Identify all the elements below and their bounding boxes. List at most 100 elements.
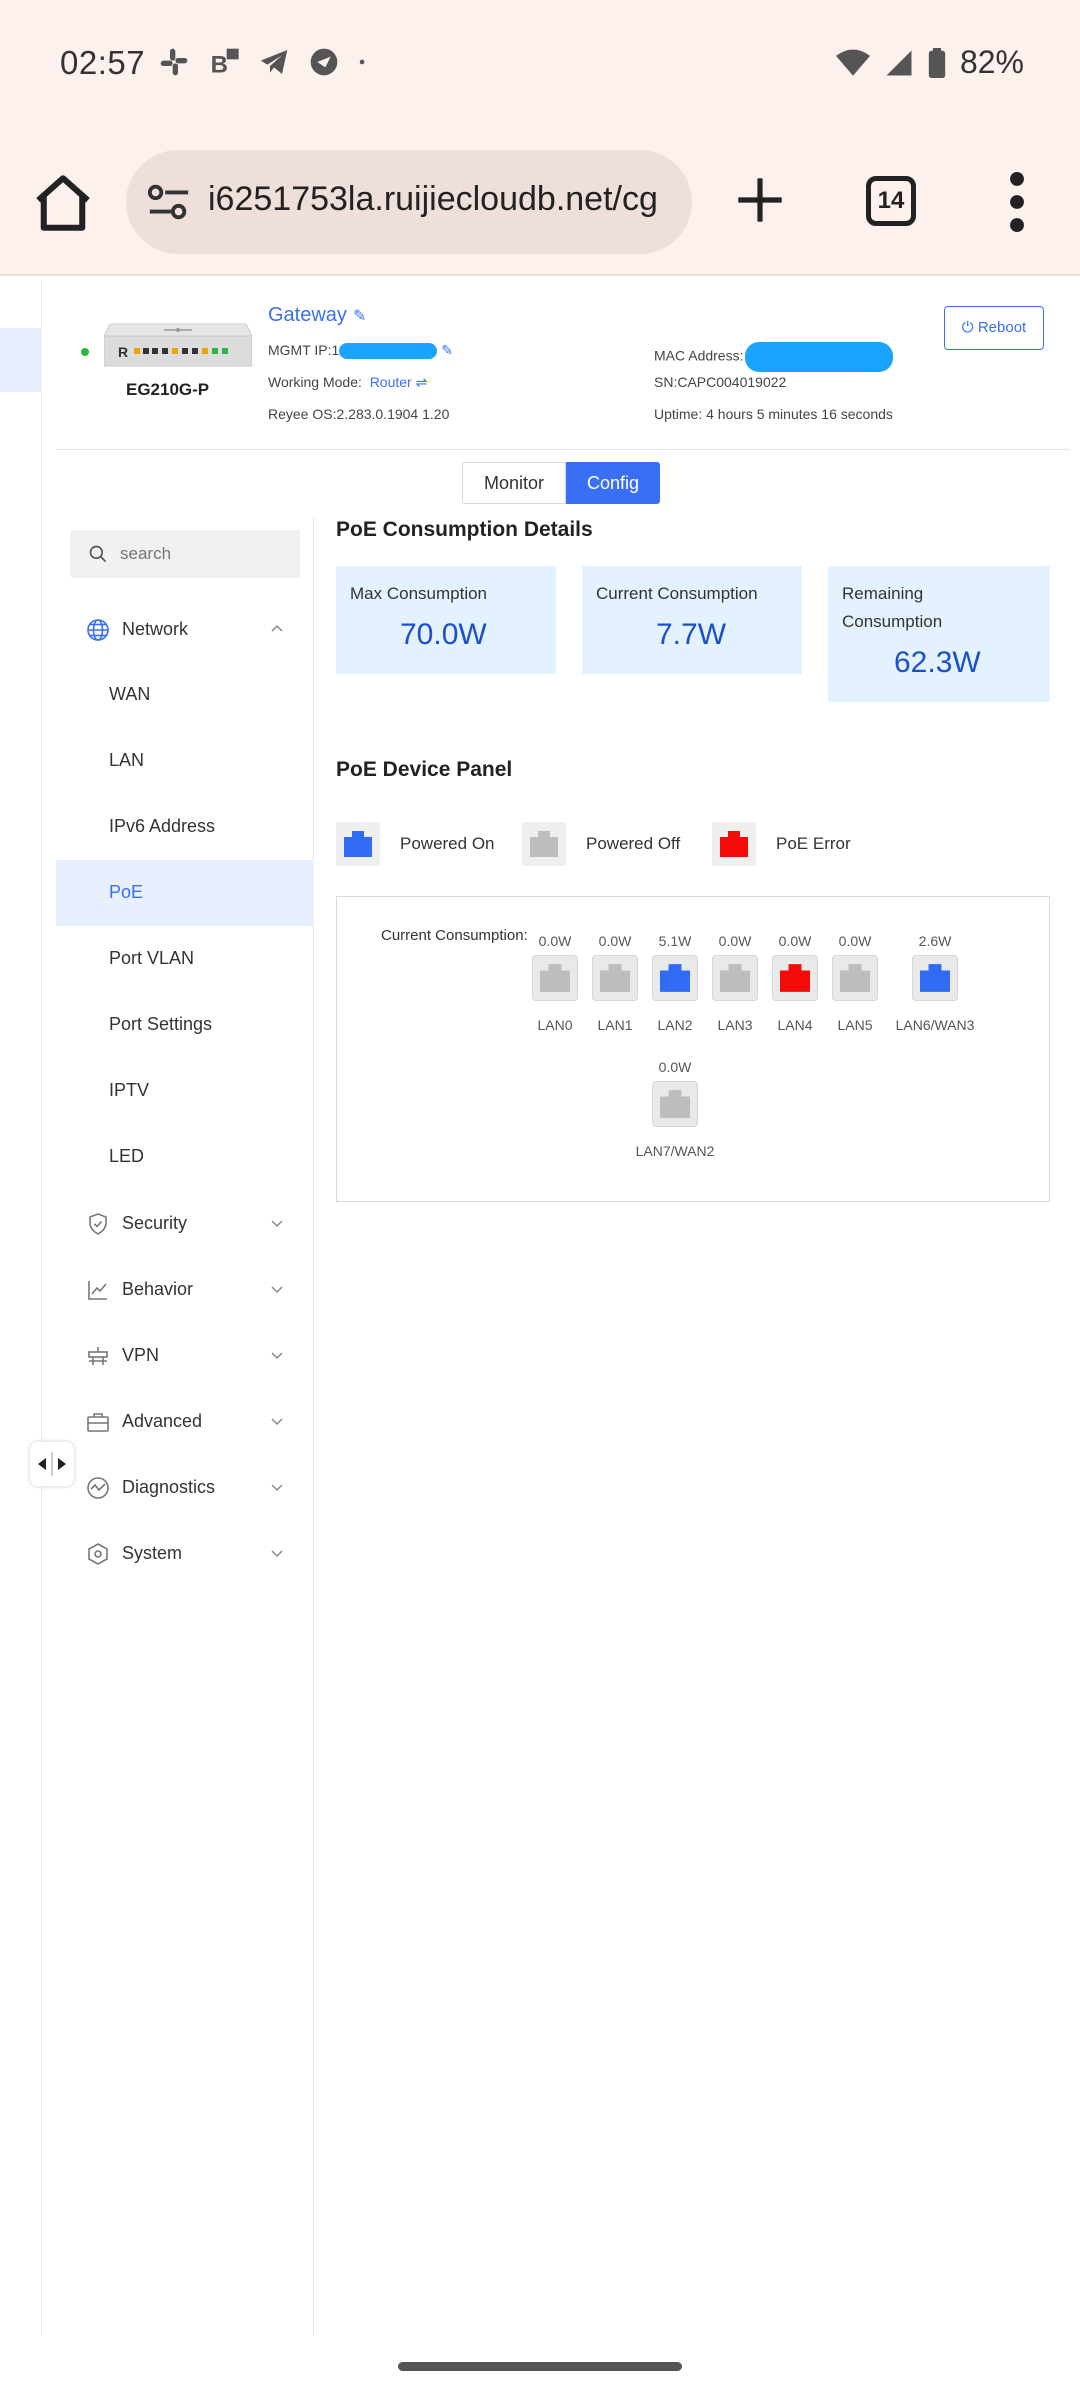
more-menu-icon[interactable] bbox=[1010, 172, 1024, 232]
port-status-box[interactable] bbox=[652, 1081, 698, 1127]
menu-item-iptv[interactable]: IPTV bbox=[56, 1058, 314, 1124]
menu-item-label: LED bbox=[109, 1146, 145, 1166]
url-text[interactable]: i6251753la.ruijiecloudb.net/cg bbox=[208, 180, 658, 219]
new-tab-icon[interactable] bbox=[734, 174, 786, 226]
home-icon[interactable] bbox=[30, 170, 96, 236]
port-power: 2.6W bbox=[918, 933, 952, 949]
menu-item-port-settings[interactable]: Port Settings bbox=[56, 992, 314, 1058]
port-name: LAN6/WAN3 bbox=[895, 1017, 975, 1033]
port-status-box[interactable] bbox=[592, 955, 638, 1001]
remaining-consumption-value: 62.3W bbox=[894, 646, 981, 679]
chevron-down-icon bbox=[271, 1484, 283, 1492]
device-name-text: Gateway bbox=[268, 304, 347, 326]
messenger-icon bbox=[310, 48, 338, 76]
poe-port[interactable]: 0.0W LAN7/WAN2 bbox=[635, 1059, 715, 1159]
menu-advanced[interactable]: Advanced bbox=[56, 1388, 314, 1454]
menu-item-label: PoE bbox=[109, 882, 144, 902]
mgmt-ip: MGMT IP:1 ✎ bbox=[268, 342, 453, 360]
gesture-nav-bar[interactable] bbox=[398, 2362, 682, 2371]
edit-ip-icon[interactable]: ✎ bbox=[437, 342, 453, 358]
search-box[interactable] bbox=[70, 530, 300, 578]
device-name[interactable]: Gateway ✎ bbox=[268, 304, 366, 327]
os-version: Reyee OS:2.283.0.1904 1.20 bbox=[268, 406, 450, 422]
menu-item-wan[interactable]: WAN bbox=[56, 662, 314, 728]
ethernet-port-icon bbox=[840, 964, 870, 992]
poe-consumption-title: PoE Consumption Details bbox=[336, 518, 593, 541]
menu-behavior[interactable]: Behavior bbox=[56, 1256, 314, 1322]
chevron-up-icon bbox=[271, 624, 283, 632]
ethernet-port-icon bbox=[660, 964, 690, 992]
port-power: 0.0W bbox=[658, 1059, 692, 1075]
telegram-icon bbox=[260, 50, 288, 74]
legend-powered-on: Powered On bbox=[336, 822, 495, 866]
menu-diagnostics-label: Diagnostics bbox=[122, 1476, 216, 1497]
max-consumption-label: Max Consumption bbox=[350, 584, 488, 603]
address-bar[interactable]: i6251753la.ruijiecloudb.net/cg bbox=[126, 150, 692, 254]
site-settings-icon[interactable] bbox=[146, 182, 192, 222]
collapsed-outer-nav bbox=[0, 278, 42, 2336]
menu-security[interactable]: Security bbox=[56, 1190, 314, 1256]
menu-item-label: Port Settings bbox=[109, 1014, 213, 1034]
port-status-box[interactable] bbox=[832, 955, 878, 1001]
vpn-icon bbox=[88, 1347, 108, 1365]
menu-item-port-vlan[interactable]: Port VLAN bbox=[56, 926, 314, 992]
tab-switcher-button[interactable]: 14 bbox=[866, 176, 916, 226]
slack-icon bbox=[160, 48, 188, 76]
mgmt-ip-label: MGMT IP: bbox=[268, 342, 332, 358]
split-view-handle[interactable] bbox=[30, 1442, 74, 1486]
ethernet-port-icon bbox=[660, 1090, 690, 1118]
uptime: Uptime: 4 hours 5 minutes 16 seconds bbox=[654, 406, 893, 422]
reboot-label: Reboot bbox=[977, 319, 1027, 336]
menu-item-label: WAN bbox=[109, 684, 151, 704]
search-input[interactable] bbox=[120, 530, 290, 578]
port-power: 0.0W bbox=[838, 933, 872, 949]
status-bar: 02:57 B 82% bbox=[0, 0, 1080, 128]
reboot-button[interactable]: ⏻ Reboot bbox=[944, 306, 1044, 350]
serial-number: SN:CAPC004019022 bbox=[654, 374, 787, 390]
redaction-mark bbox=[745, 342, 894, 372]
edit-icon[interactable]: ✎ bbox=[353, 308, 366, 325]
signal-icon bbox=[886, 50, 912, 75]
poe-port[interactable]: 0.0W LAN5 bbox=[815, 933, 895, 1033]
menu-network[interactable]: Network bbox=[56, 596, 314, 662]
wifi-icon bbox=[835, 49, 870, 76]
ethernet-port-icon bbox=[530, 831, 558, 857]
poe-device-panel: Current Consumption: 0.0W LAN0 0.0W LAN1 5.1… bbox=[336, 896, 1050, 1202]
battery-icon bbox=[928, 47, 946, 78]
port-status-box[interactable] bbox=[712, 955, 758, 1001]
menu-system[interactable]: System bbox=[56, 1520, 314, 1586]
mgmt-ip-value: 1 bbox=[331, 342, 340, 358]
outer-nav-selected-item[interactable] bbox=[0, 328, 42, 392]
status-time: 02:57 bbox=[60, 44, 146, 81]
tab-config[interactable]: Config bbox=[566, 462, 660, 504]
menu-item-poe[interactable]: PoE bbox=[56, 860, 314, 926]
legend-error-label: PoE Error bbox=[776, 834, 851, 853]
port-name: LAN7/WAN2 bbox=[635, 1143, 715, 1159]
switch-mode-icon[interactable]: ⇌ bbox=[412, 374, 428, 390]
legend-on-label: Powered On bbox=[400, 834, 495, 853]
menu-item-lan[interactable]: LAN bbox=[56, 728, 314, 794]
port-status-box[interactable] bbox=[772, 955, 818, 1001]
ethernet-port-icon bbox=[720, 831, 748, 857]
menu-item-label: Port VLAN bbox=[109, 948, 195, 968]
port-status-box[interactable] bbox=[532, 955, 578, 1001]
legend-off-swatch bbox=[522, 822, 566, 866]
config-sidebar: Network WAN LAN IPv6 Address PoE Port VL… bbox=[56, 518, 314, 2336]
working-mode-value[interactable]: Router bbox=[370, 374, 412, 390]
port-status-box[interactable] bbox=[652, 955, 698, 1001]
svg-text:B: B bbox=[211, 52, 228, 78]
port-status-box[interactable] bbox=[912, 955, 958, 1001]
globe-icon bbox=[87, 619, 109, 641]
tab-monitor[interactable]: Monitor bbox=[462, 462, 566, 504]
menu-item-ipv6-address[interactable]: IPv6 Address bbox=[56, 794, 314, 860]
menu-diagnostics[interactable]: Diagnostics bbox=[56, 1454, 314, 1520]
ethernet-port-icon bbox=[720, 964, 750, 992]
chevron-down-icon bbox=[271, 1550, 283, 1558]
poe-port[interactable]: 2.6W LAN6/WAN3 bbox=[895, 933, 975, 1033]
menu-network-label: Network bbox=[122, 618, 189, 639]
battery-percent: 82% bbox=[959, 44, 1024, 80]
menu-vpn[interactable]: VPN bbox=[56, 1322, 314, 1388]
redaction-mark bbox=[339, 343, 438, 360]
menu-item-led[interactable]: LED bbox=[56, 1124, 314, 1190]
remaining-consumption-card: Remaining Consumption 62.3W bbox=[828, 566, 1050, 702]
